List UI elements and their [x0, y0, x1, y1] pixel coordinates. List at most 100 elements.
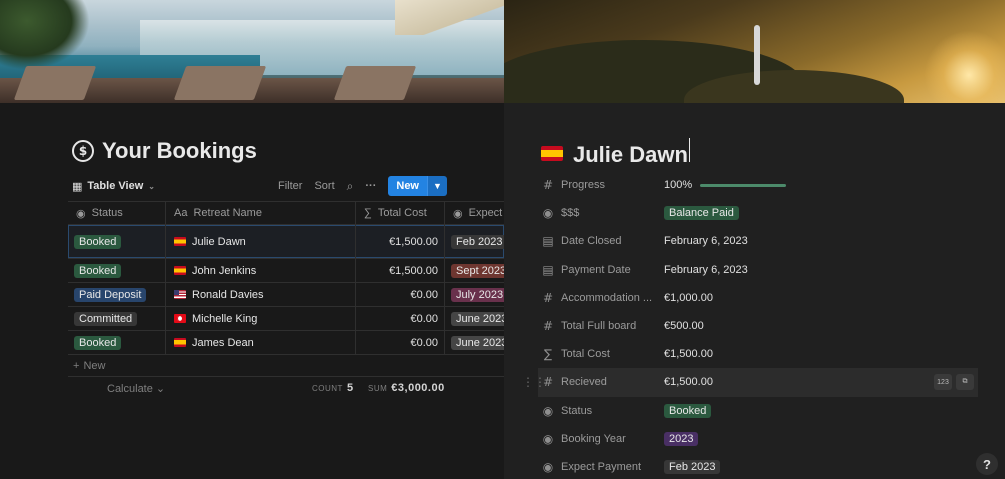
total-cost-cell[interactable]: €0.00	[356, 307, 445, 330]
sort-button[interactable]: Sort	[314, 180, 334, 192]
new-button-label[interactable]: New	[388, 176, 427, 196]
retreat-name-cell[interactable]: Ronald Davies	[166, 283, 356, 306]
number-icon: #	[542, 319, 554, 334]
table-row[interactable]: Booked John Jenkins €1,500.00 Sept 2023	[68, 259, 504, 283]
total-cost-value: €1,500.00	[389, 235, 438, 248]
flag-icon	[174, 237, 186, 246]
filter-button[interactable]: Filter	[278, 180, 302, 192]
column-header-retreat-name[interactable]: Aa Retreat Name	[166, 202, 356, 224]
add-row-button[interactable]: + New	[68, 355, 504, 377]
select-icon: ◉	[542, 206, 554, 221]
property-total-cost[interactable]: ∑ Total Cost €1,500.00	[538, 340, 978, 368]
record-header: Julie Dawn	[541, 138, 690, 168]
property-date-closed[interactable]: ▤ Date Closed February 6, 2023	[538, 227, 978, 255]
property-accommodation[interactable]: # Accommodation ... €1,000.00	[538, 284, 978, 312]
status-cell[interactable]: Paid Deposit	[68, 283, 166, 306]
column-header-status[interactable]: ◉ Status	[68, 202, 166, 224]
expect-cell[interactable]: Feb 2023	[445, 225, 504, 258]
status-cell[interactable]: Booked	[68, 259, 166, 282]
status-badge: Booked	[74, 263, 122, 278]
number-icon: #	[542, 290, 554, 305]
dollar-refresh-icon[interactable]: $	[72, 140, 94, 162]
table-view-tab[interactable]: ▦ Table View ⌄	[72, 180, 155, 193]
property-value-cell[interactable]: 2023	[658, 431, 699, 446]
total-cost-cell[interactable]: €0.00	[356, 283, 445, 306]
expect-badge: June 2023	[451, 335, 504, 350]
property-booking-year[interactable]: ◉ Booking Year 2023	[538, 425, 978, 453]
chevron-down-icon[interactable]: ▼	[427, 176, 447, 196]
property-tag: Booked	[664, 403, 712, 418]
total-cost-value: €0.00	[410, 288, 438, 301]
property-amount[interactable]: ◉ $$$ Balance Paid	[538, 199, 978, 227]
number-format-icon[interactable]: 123	[934, 374, 952, 391]
more-options-button[interactable]: ···	[365, 180, 376, 192]
property-value-cell[interactable]: €1,500.00	[658, 376, 928, 389]
expect-cell[interactable]: June 2023	[445, 307, 504, 330]
property-label[interactable]: Status	[558, 405, 658, 417]
property-total-full-board[interactable]: # Total Full board €500.00	[538, 312, 978, 340]
expect-cell[interactable]: July 2023	[445, 283, 504, 306]
new-record-button[interactable]: New ▼	[388, 176, 447, 196]
property-value-cell[interactable]: Balance Paid	[658, 206, 739, 221]
expect-cell[interactable]: June 2023	[445, 331, 504, 354]
property-value-cell[interactable]: Feb 2023	[658, 459, 721, 474]
bookings-table: ◉ Status Aa Retreat Name ∑ Total Cost ◉ …	[68, 201, 504, 401]
retreat-name: Michelle King	[192, 312, 258, 325]
property-label[interactable]: $$$	[558, 207, 658, 219]
retreat-name-cell[interactable]: Michelle King	[166, 307, 356, 330]
status-cell[interactable]: Booked	[68, 331, 166, 354]
drag-handle-icon[interactable]: ⋮⋮	[522, 375, 546, 389]
total-cost-cell[interactable]: €1,500.00	[356, 259, 445, 282]
retreat-name-cell[interactable]: James Dean	[166, 331, 356, 354]
property-label[interactable]: Expect Payment	[558, 461, 658, 473]
help-button[interactable]: ?	[976, 453, 998, 475]
property-label[interactable]: Booking Year	[558, 433, 658, 445]
retreat-name-cell[interactable]: John Jenkins	[166, 259, 356, 282]
property-value-cell[interactable]: February 6, 2023	[658, 235, 748, 247]
calendar-icon: ▤	[542, 234, 554, 249]
property-expect-payment[interactable]: ◉ Expect Payment Feb 2023	[538, 453, 978, 479]
retreat-name-cell[interactable]: Julie Dawn	[166, 225, 356, 258]
property-recieved[interactable]: ⋮⋮ # Recieved €1,500.00 123 ⧉	[522, 368, 978, 397]
expect-cell[interactable]: Sept 2023	[445, 259, 504, 282]
column-header-expect[interactable]: ◉ Expect F	[445, 202, 504, 224]
spain-flag-icon[interactable]	[541, 145, 563, 161]
sum-summary[interactable]: SUM €3,000.00	[368, 382, 445, 394]
property-value-cell[interactable]: €1,500.00	[658, 348, 713, 360]
property-value-cell[interactable]: €1,000.00	[658, 292, 713, 304]
total-cost-cell[interactable]: €0.00	[356, 331, 445, 354]
property-value-cell[interactable]: 100%	[658, 179, 787, 191]
total-cost-cell[interactable]: €1,500.00	[356, 225, 445, 258]
flag-icon	[174, 314, 186, 323]
record-title[interactable]: Julie Dawn	[573, 138, 690, 168]
property-label[interactable]: Accommodation ...	[558, 292, 658, 304]
property-label[interactable]: Recieved	[558, 376, 658, 388]
retreat-name: John Jenkins	[192, 264, 257, 277]
status-cell[interactable]: Booked	[68, 225, 166, 258]
property-status[interactable]: ◉ Status Booked	[538, 397, 978, 425]
status-badge: Booked	[74, 234, 122, 249]
calculate-dropdown[interactable]: Calculate ⌄	[107, 382, 165, 395]
status-cell[interactable]: Committed	[68, 307, 166, 330]
search-icon[interactable]: ⌕	[347, 179, 354, 194]
table-row[interactable]: Committed Michelle King €0.00 June 2023	[68, 307, 504, 331]
property-label[interactable]: Total Full board	[558, 320, 658, 332]
count-summary[interactable]: COUNT 5	[312, 382, 354, 394]
property-value-cell[interactable]: February 6, 2023	[658, 264, 748, 276]
property-label[interactable]: Date Closed	[558, 235, 658, 247]
property-payment-date[interactable]: ▤ Payment Date February 6, 2023	[538, 256, 978, 284]
table-row[interactable]: Booked James Dean €0.00 June 2023	[68, 331, 504, 355]
property-label[interactable]: Total Cost	[558, 348, 658, 360]
table-row[interactable]: Paid Deposit Ronald Davies €0.00 July 2023	[68, 283, 504, 307]
property-tag: Feb 2023	[664, 459, 721, 474]
select-icon: ◉	[542, 459, 554, 474]
page-title[interactable]: Your Bookings	[102, 138, 257, 164]
table-row[interactable]: Booked Julie Dawn €1,500.00 Feb 2023	[68, 225, 504, 259]
property-label[interactable]: Progress	[558, 179, 658, 191]
property-value-cell[interactable]: Booked	[658, 403, 712, 418]
property-label[interactable]: Payment Date	[558, 264, 658, 276]
property-progress[interactable]: # Progress 100%	[538, 171, 978, 199]
copy-icon[interactable]: ⧉	[956, 374, 974, 391]
column-header-total-cost[interactable]: ∑ Total Cost	[356, 202, 445, 224]
property-value-cell[interactable]: €500.00	[658, 320, 704, 332]
